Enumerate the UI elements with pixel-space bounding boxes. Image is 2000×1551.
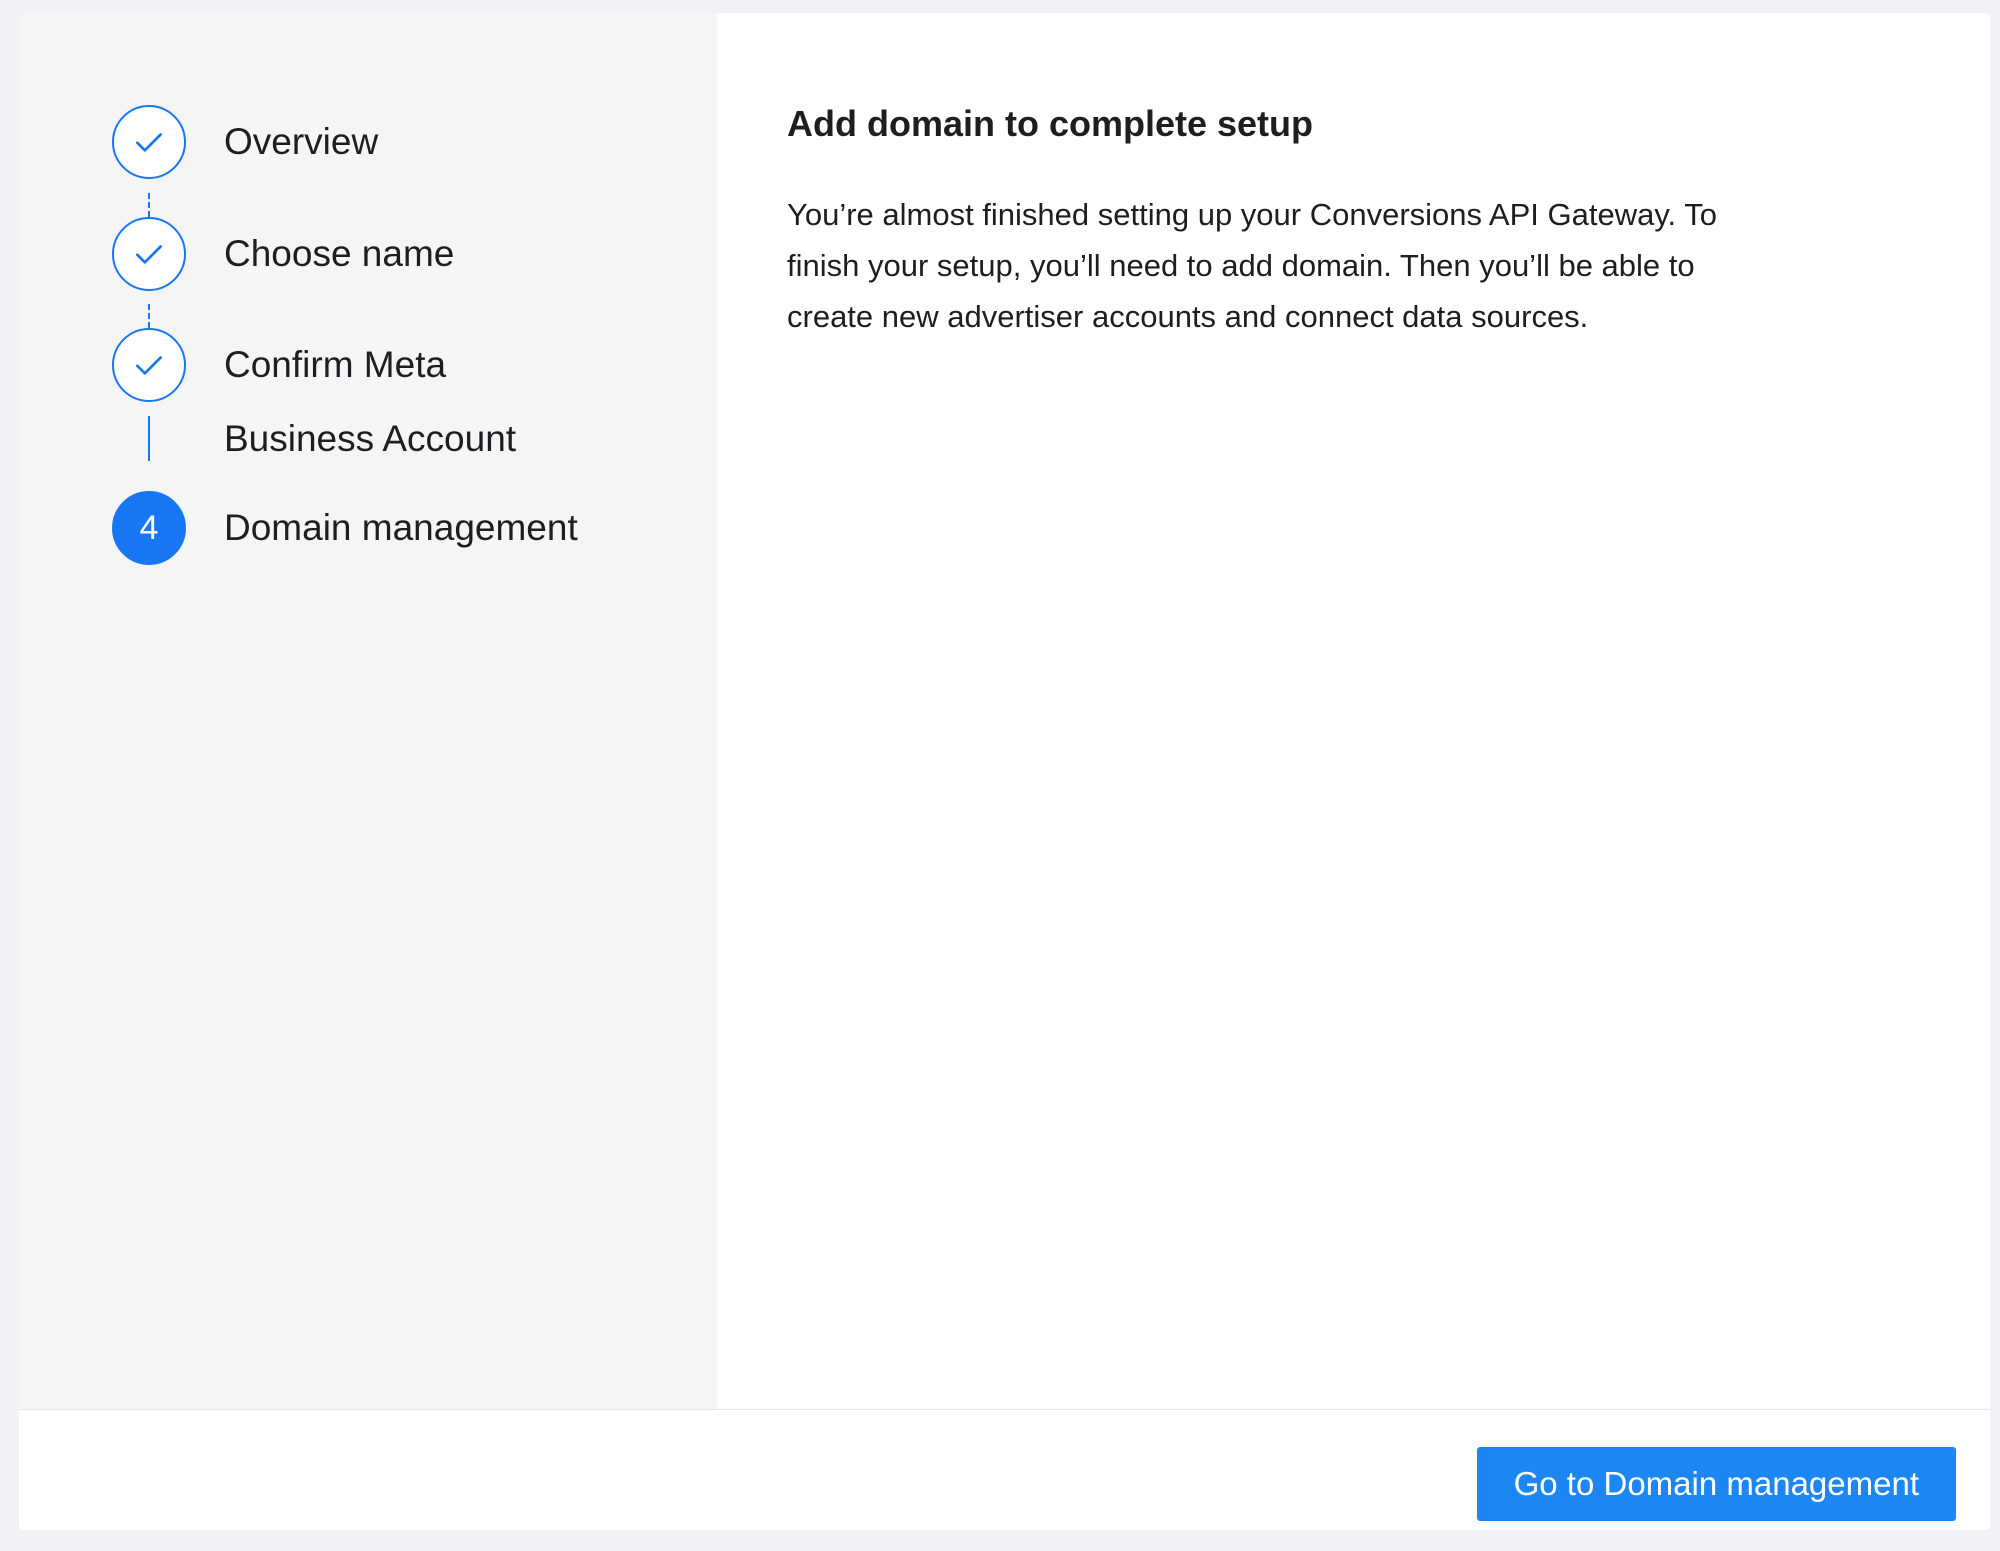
description-line: You’re almost finished setting up your C… (787, 197, 1717, 232)
step-overview[interactable]: Overview (112, 105, 378, 179)
description-line: create new advertiser accounts and conne… (787, 299, 1589, 334)
go-to-domain-management-button[interactable]: Go to Domain management (1476, 1447, 1956, 1521)
step-label: Confirm Meta Business Account (224, 328, 516, 476)
step-domain-management[interactable]: 4 Domain management (112, 491, 578, 565)
page-title: Add domain to complete setup (787, 103, 1314, 144)
step-connector (148, 193, 150, 217)
checkmark-icon (112, 217, 186, 291)
dialog-footer: Go to Domain management (19, 1409, 1990, 1530)
description: You’re almost finished setting up your C… (787, 189, 1827, 342)
step-label-line: Confirm Meta (224, 344, 447, 385)
step-choose-name[interactable]: Choose name (112, 217, 454, 291)
step-label: Overview (224, 121, 379, 162)
step-label: Domain management (224, 507, 578, 548)
step-label-line: Business Account (224, 418, 517, 459)
step-connector (148, 304, 150, 328)
description-line: finish your setup, you’ll need to add do… (787, 248, 1695, 283)
step-label: Choose name (224, 233, 455, 274)
checkmark-icon (112, 328, 186, 402)
step-confirm-business-account[interactable]: Confirm Meta Business Account (112, 328, 516, 476)
steps-sidebar: Overview Choose name Confirm Meta Busine… (19, 13, 717, 1409)
main-content: Add domain to complete setup You’re almo… (787, 101, 1827, 342)
checkmark-icon (112, 105, 186, 179)
setup-dialog: Overview Choose name Confirm Meta Busine… (19, 13, 1990, 1530)
step-connector (148, 416, 150, 461)
step-number-badge: 4 (112, 491, 186, 565)
